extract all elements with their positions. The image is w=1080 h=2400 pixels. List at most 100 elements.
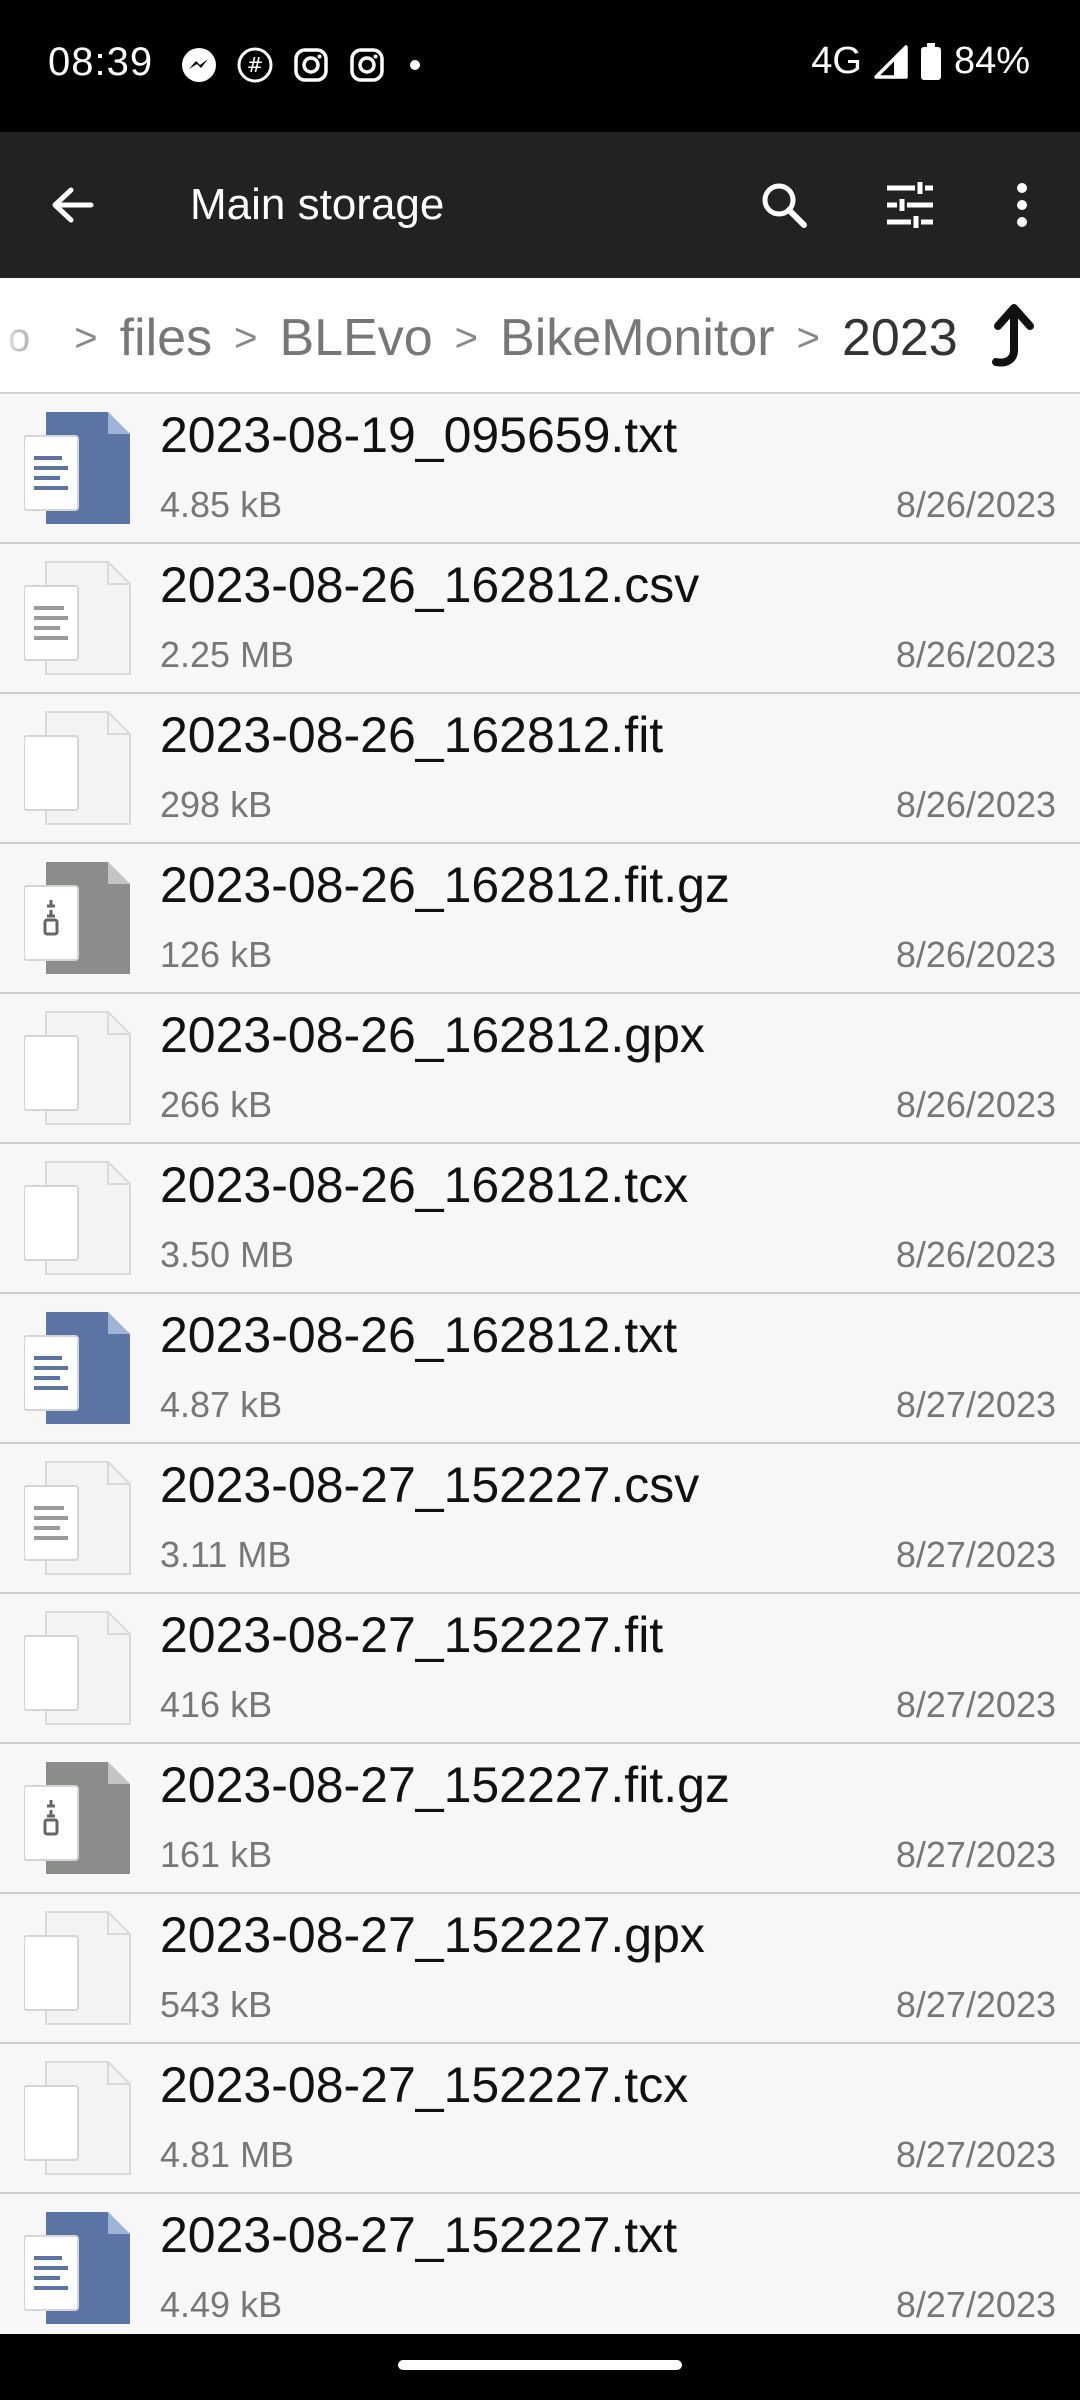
search-icon [762,183,807,228]
file-row[interactable]: 2023-08-26_162812.gpx 266 kB 8/26/2023 [0,994,1080,1144]
back-arrow-icon [52,187,94,223]
search-button[interactable] [752,173,816,237]
file-date: 8/26/2023 [895,634,1056,675]
file-date: 8/26/2023 [895,1084,1056,1125]
file-date: 8/26/2023 [895,484,1056,525]
file-row[interactable]: 2023-08-26_162812.tcx 3.50 MB 8/26/2023 [0,1144,1080,1294]
up-directory-button[interactable] [976,300,1048,372]
file-row[interactable]: 2023-08-27_152227.fit.gz 161 kB 8/27/2023 [0,1744,1080,1894]
signal-icon [874,44,908,79]
view-settings-button[interactable] [878,173,942,237]
instagram-icon [350,48,384,82]
file-name: 2023-08-27_152227.fit [160,1607,664,1663]
file-name: 2023-08-27_152227.txt [160,2207,678,2263]
file-size: 3.11 MB [160,1534,292,1575]
file-date: 8/27/2023 [895,1384,1056,1425]
file-row[interactable]: 2023-08-26_162812.fit.gz 126 kB 8/26/2023 [0,844,1080,994]
file-name: 2023-08-27_152227.fit.gz [160,1757,730,1813]
breadcrumb-item-bikemonitor[interactable]: BikeMonitor [500,308,775,368]
file-name: 2023-08-26_162812.tcx [160,1157,689,1213]
blank-file-icon [23,2058,136,2180]
file-row[interactable]: 2023-08-27_152227.txt 4.49 kB 8/27/2023 [0,2194,1080,2334]
file-date: 8/26/2023 [895,934,1056,975]
file-name: 2023-08-27_152227.tcx [160,2057,689,2113]
file-size: 4.85 kB [160,484,283,525]
file-name: 2023-08-26_162812.gpx [160,1007,705,1063]
file-name: 2023-08-27_152227.gpx [160,1907,705,1963]
file-date: 8/27/2023 [895,2134,1056,2175]
file-size: 416 kB [160,1684,273,1725]
back-button[interactable] [40,173,104,237]
file-size: 4.81 MB [160,2134,295,2175]
breadcrumb-item-blevo[interactable]: BLEvo [279,308,432,368]
breadcrumb-path: o > files > BLEvo > BikeMonitor > 2023 [0,308,958,368]
file-row[interactable]: 2023-08-26_162812.fit 298 kB 8/26/2023 [0,694,1080,844]
breadcrumb-fade [0,278,20,392]
file-name: 2023-08-26_162812.fit.gz [160,857,730,913]
file-row[interactable]: 2023-08-27_152227.tcx 4.81 MB 8/27/2023 [0,2044,1080,2194]
threads-icon: # [237,47,273,83]
chevron-right-icon: > [796,315,820,360]
file-row[interactable]: 2023-08-26_162812.csv 2.25 MB 8/26/2023 [0,544,1080,694]
file-size: 298 kB [160,784,273,825]
file-date: 8/26/2023 [895,1234,1056,1275]
file-name: 2023-08-26_162812.txt [160,1307,678,1363]
blank-file-icon [23,1158,136,1280]
file-row[interactable]: 2023-08-27_152227.fit 416 kB 8/27/2023 [0,1594,1080,1744]
status-bar: 08:39 # 4G 84% [0,0,1080,132]
file-size: 161 kB [160,1834,273,1875]
blank-file-icon [23,1608,136,1730]
file-size: 4.49 kB [160,2284,283,2325]
file-date: 8/27/2023 [895,1834,1056,1875]
status-time: 08:39 [48,40,154,84]
navigation-bar [0,2334,1080,2400]
file-size: 2.25 MB [160,634,295,675]
chevron-right-icon: > [234,315,258,360]
file-name: 2023-08-27_152227.csv [160,1457,700,1513]
breadcrumb-item-files[interactable]: files [120,308,212,368]
chevron-right-icon: > [74,315,98,360]
messenger-icon [182,48,216,82]
home-handle[interactable] [398,2360,682,2370]
file-row[interactable]: 2023-08-19_095659.txt 4.85 kB 8/26/2023 [0,394,1080,544]
app-bar: Main storage [0,132,1080,278]
more-notifications-dot-icon [410,60,420,70]
system-icons: 4G 84% [811,40,1030,83]
file-name: 2023-08-26_162812.fit [160,707,664,763]
file-list: 2023-08-19_095659.txt 4.85 kB 8/26/2023 202… [0,394,1080,2334]
text-doc-icon [23,1308,136,1430]
file-size: 4.87 kB [160,1384,283,1425]
blank-file-icon [23,1908,136,2030]
page-title: Main storage [190,180,445,229]
svg-text:#: # [247,53,264,77]
breadcrumb: o > files > BLEvo > BikeMonitor > 2023 [0,278,1080,394]
text-doc-icon [23,2208,136,2330]
file-row[interactable]: 2023-08-27_152227.gpx 543 kB 8/27/2023 [0,1894,1080,2044]
file-size: 266 kB [160,1084,273,1125]
network-type: 4G [811,40,862,82]
csv-doc-icon [23,1458,136,1580]
file-row[interactable]: 2023-08-26_162812.txt 4.87 kB 8/27/2023 [0,1294,1080,1444]
file-date: 8/27/2023 [895,1684,1056,1725]
chevron-right-icon: > [454,315,479,360]
file-date: 8/26/2023 [895,784,1056,825]
notification-icons: # [180,46,420,84]
up-arrow-icon [992,304,1034,367]
file-date: 8/27/2023 [895,1984,1056,2025]
file-name: 2023-08-26_162812.csv [160,557,700,613]
blank-file-icon [23,708,136,830]
battery-percent: 84% [953,40,1030,82]
file-date: 8/27/2023 [895,1534,1056,1575]
more-options-button[interactable] [990,173,1054,237]
more-vert-icon [1017,183,1027,227]
file-name: 2023-08-19_095659.txt [160,407,678,463]
file-date: 8/27/2023 [895,2284,1056,2325]
file-size: 126 kB [160,934,273,975]
text-doc-icon [23,408,136,530]
breadcrumb-current[interactable]: 2023 [842,308,958,368]
instagram-icon [294,48,328,82]
file-row[interactable]: 2023-08-27_152227.csv 3.11 MB 8/27/2023 [0,1444,1080,1594]
archive-icon [23,858,136,980]
file-size: 543 kB [160,1984,273,2025]
file-size: 3.50 MB [160,1234,295,1275]
